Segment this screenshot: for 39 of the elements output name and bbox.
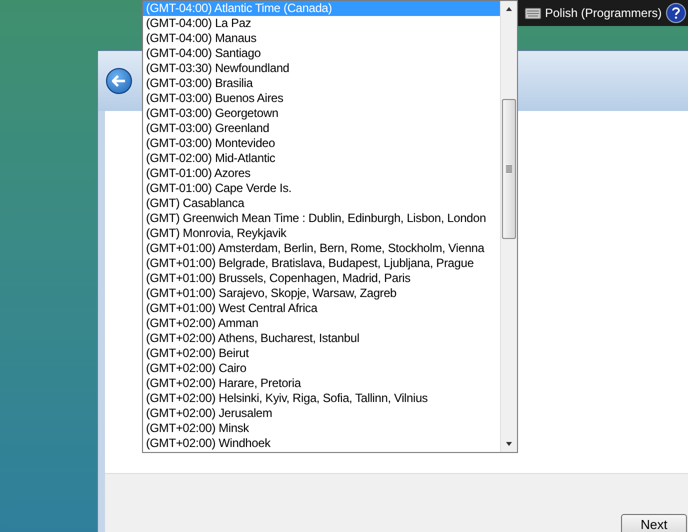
scrollbar[interactable] [500,1,517,452]
timezone-option[interactable]: (GMT+02:00) Beirut [143,346,500,361]
timezone-option[interactable]: (GMT+02:00) Minsk [143,421,500,436]
timezone-option[interactable]: (GMT) Greenwich Mean Time : Dublin, Edinburgh, Lisbon, London [143,211,500,226]
timezone-option[interactable]: (GMT+01:00) West Central Africa [143,301,500,316]
timezone-option[interactable]: (GMT+02:00) Amman [143,316,500,331]
back-button[interactable] [106,68,132,94]
timezone-option[interactable]: (GMT) Monrovia, Reykjavik [143,226,500,241]
timezone-option[interactable]: (GMT) Casablanca [143,196,500,211]
timezone-option[interactable]: (GMT+02:00) Harare, Pretoria [143,376,500,391]
timezone-option[interactable]: (GMT+02:00) Helsinki, Kyiv, Riga, Sofia, Tallinn, Vilnius [143,391,500,406]
timezone-option[interactable]: (GMT+02:00) Cairo [143,361,500,376]
timezone-option[interactable]: (GMT+01:00) Sarajevo, Skopje, Warsaw, Zagreb [143,286,500,301]
next-button[interactable]: Next [621,514,687,532]
timezone-option[interactable]: (GMT-04:00) Santiago [143,46,500,61]
timezone-option[interactable]: (GMT-01:00) Cape Verde Is. [143,181,500,196]
timezone-option[interactable]: (GMT+01:00) Amsterdam, Berlin, Bern, Rome, Stockholm, Vienna [143,241,500,256]
timezone-option[interactable]: (GMT-03:30) Newfoundland [143,61,500,76]
language-label[interactable]: Polish (Programmers) [545,4,662,22]
timezone-option[interactable]: (GMT+02:00) Jerusalem [143,406,500,421]
timezone-option[interactable]: (GMT-03:00) Montevideo [143,136,500,151]
timezone-option[interactable]: (GMT-01:00) Azores [143,166,500,181]
timezone-option[interactable]: (GMT-04:00) Manaus [143,31,500,46]
timezone-option[interactable]: (GMT-03:00) Georgetown [143,106,500,121]
timezone-option[interactable]: (GMT-03:00) Brasilia [143,76,500,91]
help-button[interactable] [666,3,686,23]
grip-icon [506,165,512,173]
keyboard-icon [525,8,541,18]
help-icon [672,7,680,19]
timezone-option[interactable]: (GMT-04:00) La Paz [143,16,500,31]
timezone-option[interactable]: (GMT-03:00) Greenland [143,121,500,136]
left-arrow-icon [112,75,126,87]
timezone-option[interactable]: (GMT-03:00) Buenos Aires [143,91,500,106]
timezone-option[interactable]: (GMT+01:00) Belgrade, Bratislava, Budapest, Ljubljana, Prague [143,256,500,271]
timezone-option[interactable]: (GMT+02:00) Windhoek [143,436,500,451]
timezone-option[interactable]: (GMT+02:00) Athens, Bucharest, Istanbul [143,331,500,346]
timezone-option[interactable]: (GMT+01:00) Brussels, Copenhagen, Madrid, Paris [143,271,500,286]
timezone-option[interactable]: (GMT-02:00) Mid-Atlantic [143,151,500,166]
scroll-thumb[interactable] [502,99,516,239]
